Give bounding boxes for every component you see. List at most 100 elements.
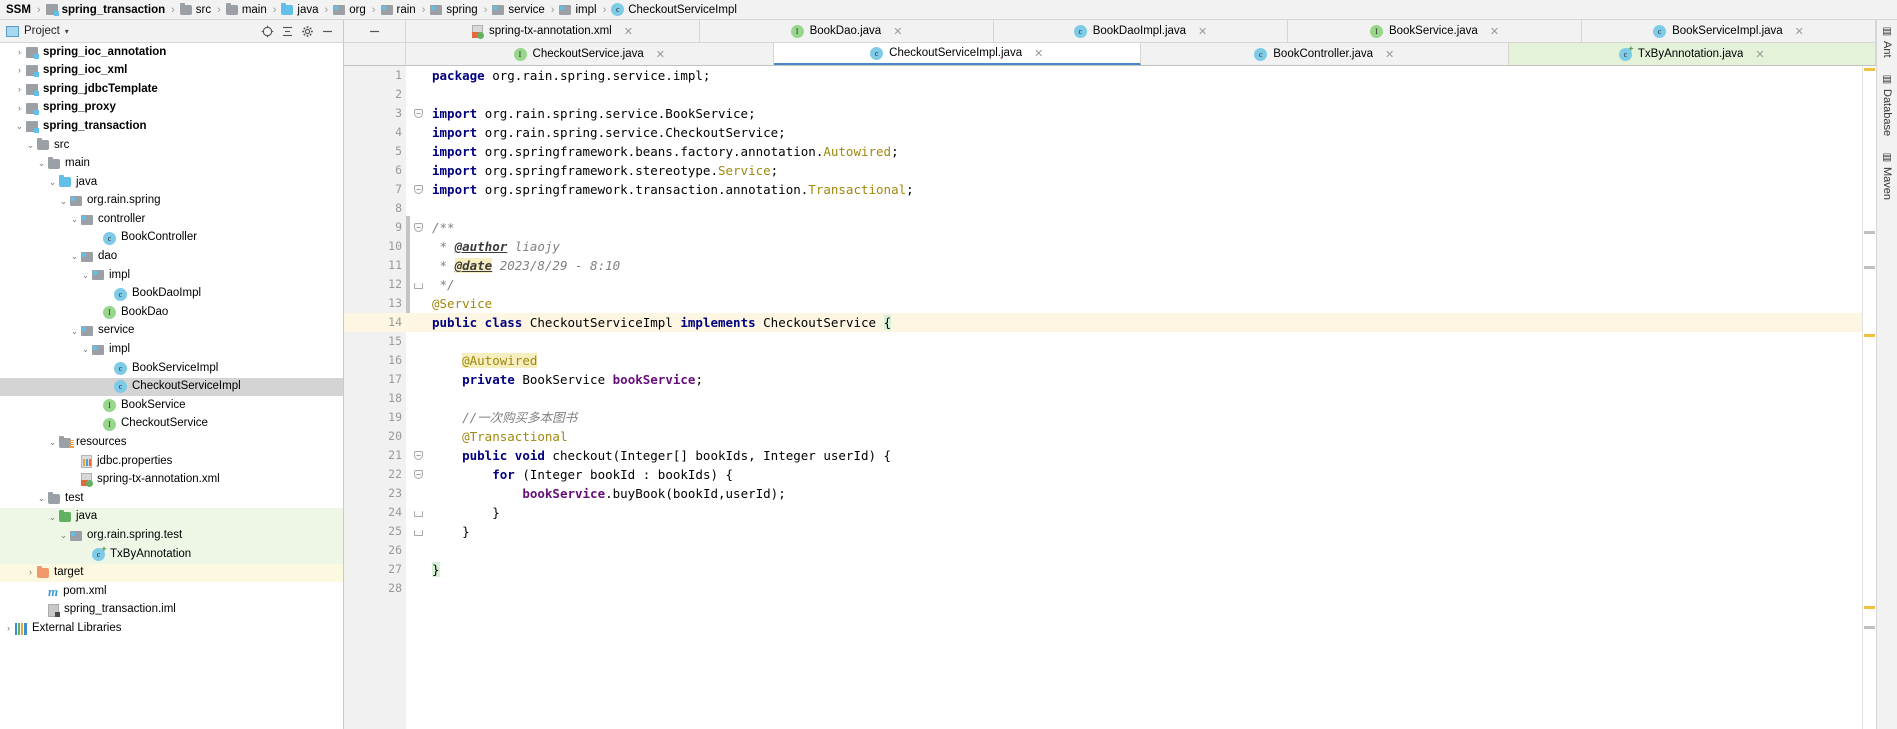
- chevron-down-icon[interactable]: ⌄: [13, 122, 26, 131]
- tree-item-controller[interactable]: ⌄ controller: [0, 210, 343, 229]
- tree-item-resources[interactable]: ⌄ resources: [0, 433, 343, 452]
- editor-tab-txbyannotation-java[interactable]: c TxByAnnotation.java ✕: [1508, 43, 1876, 65]
- code-text-area[interactable]: package org.rain.spring.service.impl; − im…: [406, 66, 1862, 729]
- chevron-down-icon[interactable]: ⌄: [68, 326, 81, 336]
- tree-item-bookdao[interactable]: I BookDao: [0, 303, 343, 322]
- stripe-marker[interactable]: [1864, 626, 1875, 629]
- tree-item-main[interactable]: ⌄ main: [0, 155, 343, 174]
- chevron-right-icon[interactable]: ›: [2, 624, 15, 633]
- chevron-down-icon[interactable]: ▾: [65, 27, 69, 36]
- tool-window-maven[interactable]: ▤ Maven: [1881, 152, 1893, 200]
- stripe-marker[interactable]: [1864, 68, 1875, 71]
- chevron-down-icon[interactable]: ⌄: [57, 531, 70, 540]
- tree-item-spring-jdbctemplate[interactable]: › spring_jdbcTemplate: [0, 80, 343, 99]
- breadcrumb-item-main[interactable]: main: [225, 2, 269, 16]
- breadcrumb-item-src[interactable]: src: [179, 2, 213, 16]
- fold-collapse-icon[interactable]: −: [414, 109, 423, 118]
- tree-item-target[interactable]: › target: [0, 563, 343, 583]
- editor-tab-bookdaoimpl-java[interactable]: c BookDaoImpl.java ✕: [994, 20, 1288, 42]
- tree-item-checkoutserviceimpl[interactable]: c CheckoutServiceImpl: [0, 377, 343, 397]
- tree-item-bookservice[interactable]: I BookService: [0, 396, 343, 415]
- chevron-down-icon[interactable]: ⌄: [46, 438, 59, 447]
- tree-item-spring-tx-annotation-xml[interactable]: spring-tx-annotation.xml: [0, 471, 343, 490]
- breadcrumb-item-rain[interactable]: rain: [380, 4, 418, 16]
- editor-tab-checkoutservice-java[interactable]: I CheckoutService.java ✕: [406, 43, 774, 65]
- stripe-marker[interactable]: [1864, 231, 1875, 234]
- close-icon[interactable]: ✕: [1198, 25, 1207, 38]
- tool-window-ant[interactable]: ▤ Ant: [1881, 26, 1893, 58]
- fold-collapse-icon[interactable]: −: [414, 185, 423, 194]
- breadcrumb-item-spring[interactable]: spring: [429, 4, 479, 16]
- close-icon[interactable]: ✕: [1490, 25, 1499, 38]
- stripe-marker[interactable]: [1864, 334, 1875, 337]
- stripe-marker[interactable]: [1864, 266, 1875, 269]
- breadcrumb-item-ssm[interactable]: SSM: [4, 4, 33, 16]
- tree-item-checkoutservice[interactable]: I CheckoutService: [0, 415, 343, 434]
- chevron-right-icon[interactable]: ›: [24, 568, 37, 577]
- tree-item-spring-proxy[interactable]: › spring_proxy: [0, 99, 343, 118]
- tree-item-bookdaoimpl[interactable]: c BookDaoImpl: [0, 285, 343, 304]
- close-icon[interactable]: ✕: [624, 25, 633, 38]
- error-stripe-marker-bar[interactable]: [1862, 66, 1876, 729]
- fold-end-icon[interactable]: [414, 530, 423, 536]
- tree-item-impl[interactable]: ⌄ impl: [0, 266, 343, 285]
- code-editor[interactable]: 123456789101112131415161718192021●↑ @222…: [344, 66, 1876, 729]
- editor-tab-bookserviceimpl-java[interactable]: c BookServiceImpl.java ✕: [1582, 20, 1876, 42]
- fold-end-icon[interactable]: [414, 511, 423, 517]
- tree-item-java[interactable]: ⌄ java: [0, 173, 343, 192]
- target-icon[interactable]: [257, 21, 277, 41]
- tree-item-impl[interactable]: ⌄ impl: [0, 341, 343, 360]
- close-icon[interactable]: ✕: [1795, 25, 1804, 38]
- chevron-down-icon[interactable]: ⌄: [35, 494, 48, 503]
- breadcrumb-item-checkoutserviceimpl[interactable]: c CheckoutServiceImpl: [610, 3, 739, 16]
- editor-hide-button[interactable]: [344, 20, 406, 42]
- stripe-marker[interactable]: [1864, 606, 1875, 609]
- tree-item-dao[interactable]: ⌄ dao: [0, 248, 343, 267]
- close-icon[interactable]: ✕: [1385, 48, 1394, 61]
- editor-tab-bookdao-java[interactable]: I BookDao.java ✕: [700, 20, 994, 42]
- breadcrumb-item-impl[interactable]: impl: [558, 4, 598, 16]
- breadcrumb-item-spring-transaction[interactable]: spring_transaction: [45, 4, 168, 16]
- chevron-right-icon[interactable]: ›: [13, 84, 26, 94]
- breadcrumb-item-java[interactable]: java: [280, 2, 320, 16]
- fold-collapse-icon[interactable]: −: [414, 470, 423, 479]
- chevron-down-icon[interactable]: ⌄: [57, 196, 70, 206]
- chevron-down-icon[interactable]: ⌄: [24, 140, 37, 150]
- chevron-down-icon[interactable]: ⌄: [46, 177, 59, 187]
- tree-item-bookserviceimpl[interactable]: c BookServiceImpl: [0, 359, 343, 378]
- tree-item-pom-xml[interactable]: m pom.xml: [0, 582, 343, 601]
- tree-item-spring-transaction-iml[interactable]: spring_transaction.iml: [0, 601, 343, 620]
- tree-item-org-rain-spring-test[interactable]: ⌄ org.rain.spring.test: [0, 526, 343, 546]
- fold-collapse-icon[interactable]: −: [414, 223, 423, 232]
- chevron-right-icon[interactable]: ›: [13, 103, 26, 113]
- breadcrumb-item-service[interactable]: service: [491, 4, 546, 16]
- tree-item-bookcontroller[interactable]: c BookController: [0, 229, 343, 248]
- gear-icon[interactable]: [297, 21, 317, 41]
- tool-window-database[interactable]: ▤ Database: [1881, 74, 1893, 136]
- tree-item-org-rain-spring[interactable]: ⌄ org.rain.spring: [0, 192, 343, 211]
- fold-collapse-icon[interactable]: −: [414, 451, 423, 460]
- chevron-down-icon[interactable]: ⌄: [79, 270, 92, 280]
- close-icon[interactable]: ✕: [1034, 47, 1043, 60]
- fold-end-icon[interactable]: [414, 283, 423, 289]
- tree-item-spring-ioc-xml[interactable]: › spring_ioc_xml: [0, 62, 343, 81]
- chevron-down-icon[interactable]: ⌄: [68, 215, 81, 224]
- tree-item-txbyannotation[interactable]: c TxByAnnotation: [0, 545, 343, 564]
- collapse-all-icon[interactable]: [277, 21, 297, 41]
- chevron-right-icon[interactable]: ›: [13, 66, 26, 75]
- editor-tab-bookcontroller-java[interactable]: c BookController.java ✕: [1141, 43, 1509, 65]
- tree-item-external-libraries[interactable]: › External Libraries: [0, 619, 343, 638]
- project-tree[interactable]: › spring_ioc_annotation › spring_ioc_xml › sp…: [0, 43, 343, 729]
- editor-tab-bookservice-java[interactable]: I BookService.java ✕: [1288, 20, 1582, 42]
- tree-item-test[interactable]: ⌄ test: [0, 489, 343, 508]
- chevron-right-icon[interactable]: ›: [13, 47, 26, 57]
- close-icon[interactable]: ✕: [656, 48, 665, 61]
- chevron-down-icon[interactable]: ⌄: [46, 512, 59, 522]
- editor-tab-checkoutserviceimpl-java[interactable]: c CheckoutServiceImpl.java ✕: [773, 43, 1141, 65]
- close-icon[interactable]: ✕: [1755, 48, 1764, 61]
- hide-panel-icon[interactable]: [317, 21, 337, 41]
- tree-item-spring-ioc-annotation[interactable]: › spring_ioc_annotation: [0, 43, 343, 62]
- editor-tab-spring-tx-annotation-xml[interactable]: spring-tx-annotation.xml ✕: [406, 20, 700, 42]
- tree-item-src[interactable]: ⌄ src: [0, 136, 343, 155]
- breadcrumb-item-org[interactable]: org: [332, 4, 368, 16]
